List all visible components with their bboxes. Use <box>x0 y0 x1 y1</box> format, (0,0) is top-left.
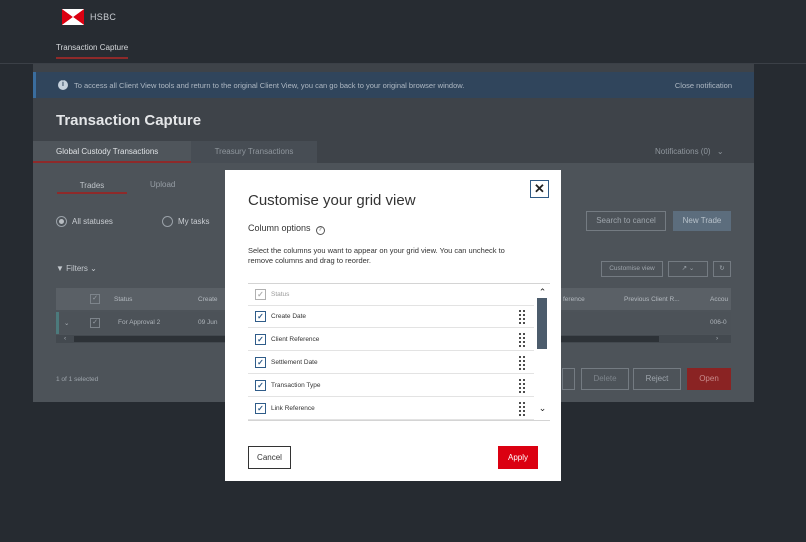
page-title: Transaction Capture <box>56 112 202 129</box>
notifications-label: Notifications (0) <box>655 147 711 156</box>
tab-global-custody[interactable]: Global Custody Transactions <box>33 141 191 163</box>
column-option-label: Status <box>271 291 290 298</box>
chevron-up-icon[interactable]: ⌃ <box>535 286 550 298</box>
export-icon: ↗ <box>681 265 688 272</box>
select-all-checkbox[interactable]: ✓ <box>90 294 100 304</box>
notification-text: To access all Client View tools and retu… <box>74 81 465 90</box>
column-option-settlement-date[interactable]: ✓ Settlement Date <box>248 352 534 374</box>
column-checkbox-status: ✓ <box>255 289 266 300</box>
column-option-label: Transaction Type <box>271 382 321 389</box>
filters-toggle[interactable]: ▼ Filters ⌄ <box>56 264 97 273</box>
modal-title: Customise your grid view <box>248 192 416 209</box>
drag-handle-icon[interactable] <box>519 402 527 416</box>
hsbc-logo <box>62 9 84 25</box>
close-modal-button[interactable]: ✕ <box>530 180 549 198</box>
column-header-create[interactable]: Create <box>198 296 218 303</box>
column-option-create-date[interactable]: ✓ Create Date <box>248 306 534 328</box>
drag-handle-icon[interactable] <box>519 356 527 370</box>
delete-button[interactable]: Delete <box>581 368 629 390</box>
customise-view-button[interactable]: Customise view <box>601 261 663 277</box>
apply-button[interactable]: Apply <box>498 446 538 469</box>
subtab-upload[interactable]: Upload <box>150 180 175 194</box>
column-header-previous-client-ref[interactable]: Previous Client R... <box>624 296 680 303</box>
column-header-account[interactable]: Accou <box>710 296 728 303</box>
column-option-link-reference[interactable]: ✓ Link Reference <box>248 398 534 420</box>
column-option-status: ✓ Status <box>248 284 534 306</box>
column-checkbox-transaction-type[interactable]: ✓ <box>255 380 266 391</box>
column-header-reference[interactable]: ference <box>563 296 585 303</box>
list-scroll-thumb[interactable] <box>537 298 547 349</box>
refresh-icon: ↻ <box>719 265 725 272</box>
column-checkbox-link-reference[interactable]: ✓ <box>255 403 266 414</box>
radio-my-tasks[interactable] <box>162 216 173 227</box>
chevron-down-icon: ⌄ <box>688 265 695 272</box>
open-button[interactable]: Open <box>687 368 731 390</box>
expand-row-icon[interactable]: ⌄ <box>64 319 69 327</box>
column-checkbox-create-date[interactable]: ✓ <box>255 311 266 322</box>
scroll-right-icon[interactable]: › <box>716 335 718 342</box>
drag-handle-icon[interactable] <box>519 333 527 347</box>
row-checkbox[interactable]: ✓ <box>90 318 100 328</box>
new-trade-button[interactable]: New Trade <box>673 211 731 231</box>
row-account: 006-0 <box>710 319 727 326</box>
column-options-heading: Column options? <box>248 223 325 235</box>
row-status: For Approval 2 <box>118 319 161 326</box>
radio-all-statuses-label: All statuses <box>72 217 113 226</box>
partial-button[interactable] <box>562 368 575 390</box>
drag-handle-icon[interactable] <box>519 379 527 393</box>
column-option-transaction-type[interactable]: ✓ Transaction Type <box>248 375 534 397</box>
row-create-date: 09 Jun <box>198 319 218 326</box>
tab-treasury[interactable]: Treasury Transactions <box>191 141 317 163</box>
nav-transaction-capture[interactable]: Transaction Capture <box>56 43 129 59</box>
radio-all-statuses[interactable] <box>56 216 67 227</box>
drag-handle-icon[interactable] <box>519 310 527 324</box>
column-option-client-reference[interactable]: ✓ Client Reference <box>248 329 534 351</box>
column-option-label: Link Reference <box>271 405 315 412</box>
scroll-left-icon[interactable]: ‹ <box>64 335 66 342</box>
notification-banner: i To access all Client View tools and re… <box>33 72 754 98</box>
customise-grid-modal: Customise your grid view ✕ Column option… <box>225 170 561 481</box>
subtab-trades[interactable]: Trades <box>57 180 127 194</box>
chevron-down-icon: ⌄ <box>90 264 97 273</box>
column-option-label: Settlement Date <box>271 359 318 366</box>
cancel-button[interactable]: Cancel <box>248 446 291 469</box>
column-options-label: Column options <box>248 223 311 233</box>
app-header: HSBC Transaction Capture <box>0 0 806 64</box>
filter-icon: ▼ <box>56 264 64 273</box>
column-options-list: ✓ Status ✓ Create Date ✓ Client Referenc… <box>248 283 550 421</box>
filters-label: Filters <box>66 264 88 273</box>
column-option-label: Create Date <box>271 313 307 320</box>
close-icon: ✕ <box>534 181 545 196</box>
brand-name: HSBC <box>90 12 117 22</box>
column-option-label: Client Reference <box>271 336 320 343</box>
chevron-down-icon[interactable]: ⌄ <box>535 402 550 414</box>
list-vertical-scrollbar[interactable]: ⌃ ⌄ <box>535 284 550 420</box>
chevron-down-icon: ⌄ <box>716 147 724 156</box>
modal-description: Select the columns you want to appear on… <box>248 246 505 265</box>
column-header-status[interactable]: Status <box>114 296 132 303</box>
column-checkbox-client-reference[interactable]: ✓ <box>255 334 266 345</box>
column-checkbox-settlement-date[interactable]: ✓ <box>255 357 266 368</box>
refresh-button[interactable]: ↻ <box>713 261 731 277</box>
info-icon: i <box>58 80 68 90</box>
selection-count: 1 of 1 selected <box>56 376 99 383</box>
search-to-cancel-button[interactable]: Search to cancel <box>586 211 666 231</box>
notifications-toggle[interactable]: Notifications (0) ⌄ <box>655 147 724 156</box>
close-notification-link[interactable]: Close notification <box>675 81 732 90</box>
reject-button[interactable]: Reject <box>633 368 681 390</box>
export-button[interactable]: ↗ ⌄ <box>668 261 708 277</box>
radio-my-tasks-label: My tasks <box>178 217 210 226</box>
help-icon[interactable]: ? <box>315 226 325 235</box>
